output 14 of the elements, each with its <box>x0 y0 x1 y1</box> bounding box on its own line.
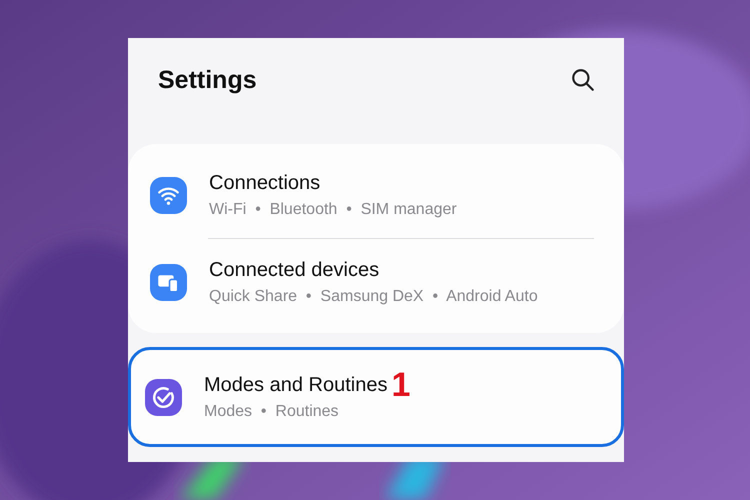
item-subtitle: Wi-Fi • Bluetooth • SIM manager <box>209 200 458 218</box>
item-subtitle: Quick Share • Samsung DeX • Android Auto <box>209 288 539 306</box>
check-cycle-icon <box>145 378 182 416</box>
settings-item[interactable]: Connections Wi-Fi • Bluetooth • SIM manager <box>128 152 624 238</box>
settings-item[interactable]: Connected devices Quick Share • Samsung DeX • Android Auto <box>128 239 624 325</box>
item-title: Connected devices <box>209 258 380 282</box>
wifi-icon <box>150 176 187 214</box>
item-title: Modes and Routines <box>204 374 388 396</box>
search-icon[interactable] <box>570 67 596 93</box>
devices-icon <box>150 264 187 300</box>
step-number: 1 <box>391 375 410 395</box>
item-subtitle: Modes • Routines <box>204 402 340 420</box>
item-title: Connections <box>209 172 320 194</box>
screen-title: Settings <box>158 66 257 94</box>
